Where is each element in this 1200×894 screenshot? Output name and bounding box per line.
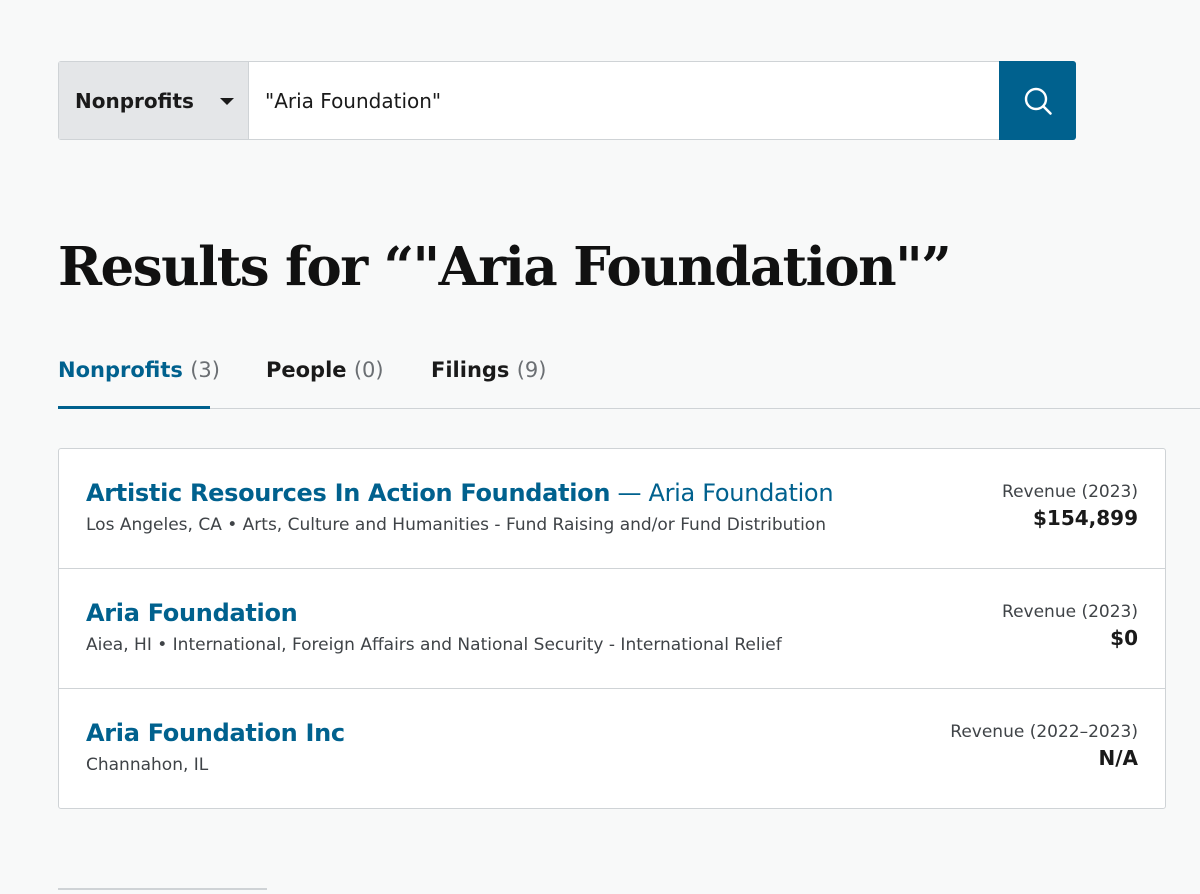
revenue: Revenue (2022–2023) N/A [950,722,1138,770]
result-name-link[interactable]: Artistic Resources In Action Foundation … [86,479,834,507]
result-name-link[interactable]: Aria Foundation [86,599,298,627]
search-icon [1024,87,1052,115]
result-aka: — Aria Foundation [610,479,834,507]
page-title: Results for “"Aria Foundation"” [58,236,952,298]
search-category-dropdown[interactable]: Nonprofits [59,62,249,139]
result-meta: Aiea, HI • International, Foreign Affair… [86,635,782,655]
search-input[interactable] [249,62,999,139]
revenue-label: Revenue (2023) [1002,482,1138,502]
search-bar: Nonprofits [58,61,1076,140]
result-name: Aria Foundation [86,599,298,627]
list-item: Artistic Resources In Action Foundation … [59,449,1165,569]
results-list: Artistic Resources In Action Foundation … [58,448,1166,809]
tab-label: Filings [431,358,510,382]
result-name: Artistic Resources In Action Foundation [86,479,611,507]
result-meta: Los Angeles, CA • Arts, Culture and Huma… [86,515,826,535]
results-tabs: Nonprofits (3) People (0) Filings (9) [58,352,1200,409]
revenue-label: Revenue (2023) [1002,602,1138,622]
result-name: Aria Foundation Inc [86,719,345,747]
divider [58,888,267,890]
revenue-value: $154,899 [1032,506,1138,530]
tab-filings[interactable]: Filings (9) [431,352,546,409]
tab-label: People [266,358,347,382]
caret-down-icon [219,98,234,105]
list-item: Aria Foundation Inc Channahon, IL Revenu… [59,689,1165,809]
tab-count: (0) [353,358,384,382]
tab-people[interactable]: People (0) [266,352,384,409]
tab-nonprofits[interactable]: Nonprofits (3) [58,352,220,409]
page: Nonprofits Results for “"Aria Foundation… [0,0,1200,894]
result-name-link[interactable]: Aria Foundation Inc [86,719,345,747]
revenue: Revenue (2023) $0 [1002,602,1138,650]
revenue-value: N/A [1098,746,1138,770]
search-button[interactable] [999,61,1076,140]
list-item: Aria Foundation Aiea, HI • International… [59,569,1165,689]
revenue-value: $0 [1110,626,1138,650]
revenue: Revenue (2023) $154,899 [1002,482,1138,530]
tab-count: (9) [516,358,547,382]
search-category-label: Nonprofits [75,88,194,113]
revenue-label: Revenue (2022–2023) [950,722,1138,742]
tab-count: (3) [190,358,220,382]
tab-label: Nonprofits [58,358,183,382]
